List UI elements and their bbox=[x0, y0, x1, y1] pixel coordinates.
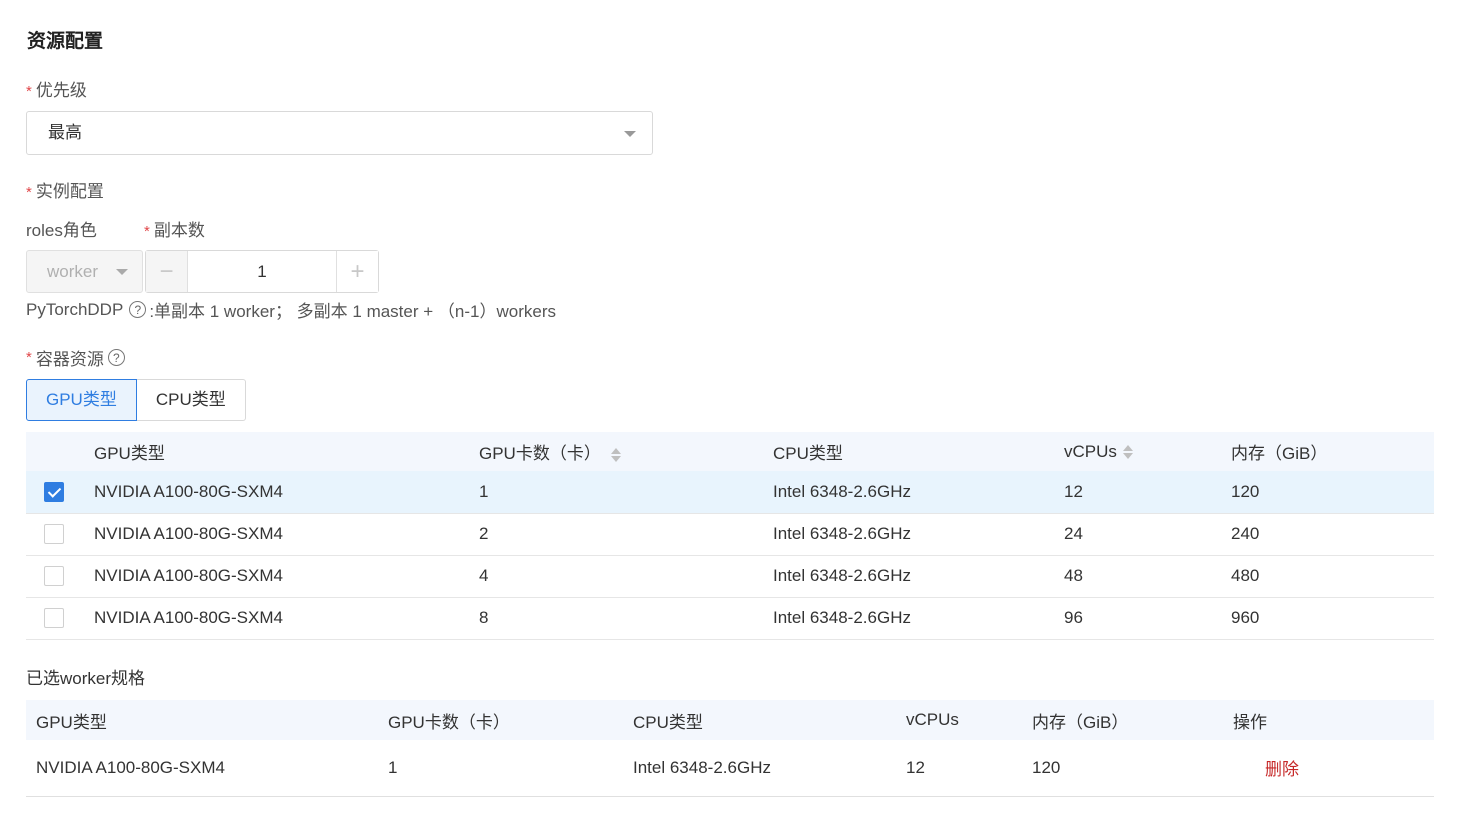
question-circle-icon[interactable]: ? bbox=[129, 301, 147, 318]
table-row[interactable]: NVIDIA A100-80G-SXM4 1 Intel 6348-2.6GHz… bbox=[26, 471, 1434, 514]
tab-cpu-type[interactable]: CPU类型 bbox=[136, 379, 246, 421]
priority-value: 最高 bbox=[48, 123, 82, 142]
col-gpu-count: GPU卡数（卡） bbox=[388, 700, 633, 740]
col-gpu-count[interactable]: GPU卡数（卡） bbox=[479, 432, 773, 471]
section-title: 资源配置 bbox=[27, 31, 104, 52]
row-checkbox[interactable] bbox=[44, 566, 64, 587]
required-mark: * bbox=[26, 184, 32, 201]
col-vcpus[interactable]: vCPUs bbox=[1064, 432, 1231, 471]
selected-spec-table: GPU类型 GPU卡数（卡） CPU类型 vCPUs 内存（GiB） 操作 NV… bbox=[26, 700, 1434, 797]
delete-button[interactable]: 删除 bbox=[1265, 760, 1299, 779]
col-cpu-type: CPU类型 bbox=[773, 432, 1064, 471]
sort-icon[interactable] bbox=[610, 447, 621, 463]
col-gpu-type: GPU类型 bbox=[26, 700, 388, 740]
sort-icon[interactable] bbox=[1122, 444, 1133, 460]
replicas-label: * 副本数 bbox=[144, 221, 205, 240]
roles-select[interactable]: worker bbox=[26, 250, 143, 293]
caret-down-icon bbox=[116, 269, 128, 275]
gpu-spec-table: GPU类型 GPU卡数（卡） CPU类型 vCPUs 内存（GiB） NVIDI… bbox=[26, 432, 1434, 640]
col-memory: 内存（GiB） bbox=[1032, 700, 1233, 740]
replicas-stepper[interactable]: − 1 + bbox=[145, 250, 379, 293]
col-memory: 内存（GiB） bbox=[1231, 432, 1434, 471]
priority-select[interactable]: 最高 bbox=[26, 111, 653, 155]
required-mark: * bbox=[26, 349, 32, 366]
increment-button[interactable]: + bbox=[336, 251, 378, 292]
row-checkbox[interactable] bbox=[44, 524, 64, 545]
resource-type-tabs: GPU类型 CPU类型 bbox=[26, 379, 246, 421]
table-row[interactable]: NVIDIA A100-80G-SXM4 8 Intel 6348-2.6GHz… bbox=[26, 597, 1434, 640]
selected-spec-title: 已选worker规格 bbox=[26, 669, 146, 688]
row-checkbox[interactable] bbox=[44, 608, 64, 629]
replicas-hint: PyTorchDDP ? :单副本 1 worker； 多副本 1 master… bbox=[26, 299, 556, 322]
priority-label: * 优先级 bbox=[26, 81, 87, 100]
table-row[interactable]: NVIDIA A100-80G-SXM4 4 Intel 6348-2.6GHz… bbox=[26, 555, 1434, 598]
role-value: worker bbox=[47, 262, 99, 281]
table-row[interactable]: NVIDIA A100-80G-SXM4 2 Intel 6348-2.6GHz… bbox=[26, 513, 1434, 556]
row-checkbox[interactable] bbox=[44, 482, 64, 502]
decrement-button[interactable]: − bbox=[146, 251, 188, 292]
question-circle-icon[interactable]: ? bbox=[107, 349, 125, 366]
table-row: NVIDIA A100-80G-SXM4 1 Intel 6348-2.6GHz… bbox=[26, 740, 1434, 797]
required-mark: * bbox=[26, 83, 32, 100]
instance-config-label: * 实例配置 bbox=[26, 182, 104, 201]
col-cpu-type: CPU类型 bbox=[633, 700, 906, 740]
table-header-row: GPU类型 GPU卡数（卡） CPU类型 vCPUs 内存（GiB） 操作 bbox=[26, 700, 1434, 740]
col-gpu-type: GPU类型 bbox=[94, 432, 479, 471]
col-action: 操作 bbox=[1233, 700, 1434, 740]
table-header-row: GPU类型 GPU卡数（卡） CPU类型 vCPUs 内存（GiB） bbox=[26, 432, 1434, 471]
replicas-input[interactable]: 1 bbox=[188, 251, 336, 292]
required-mark: * bbox=[144, 223, 150, 240]
col-vcpus: vCPUs bbox=[906, 700, 1032, 740]
caret-down-icon bbox=[624, 131, 636, 137]
tab-gpu-type[interactable]: GPU类型 bbox=[26, 379, 137, 421]
roles-label: roles角色 bbox=[26, 221, 97, 240]
container-resource-label: * 容器资源 ? bbox=[26, 345, 128, 370]
